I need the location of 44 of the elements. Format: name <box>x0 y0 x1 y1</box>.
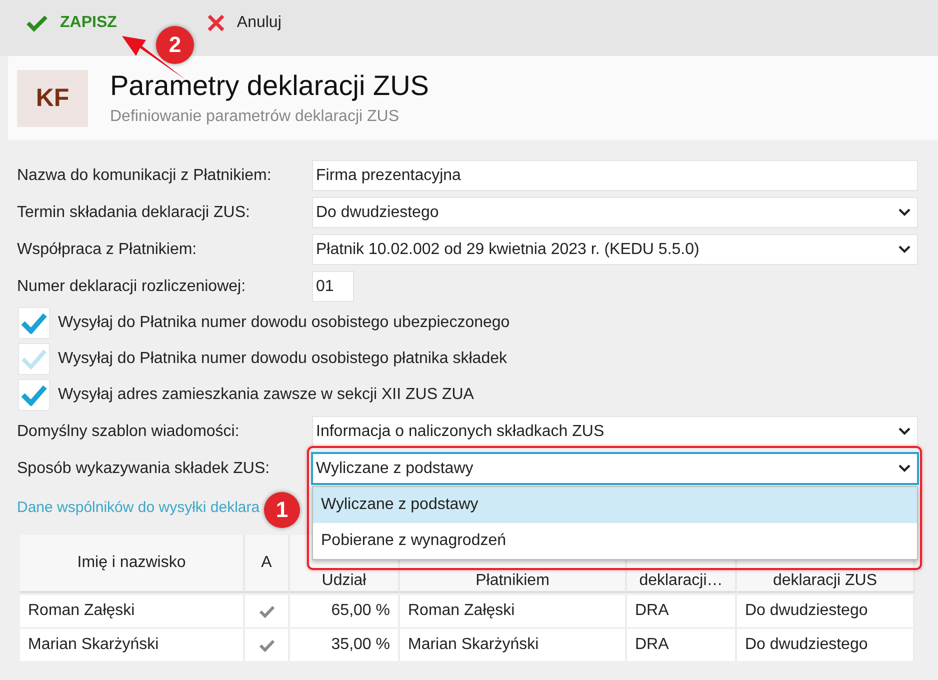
checkbox-label: Wysyłaj do Płatnika numer dowodu osobistego płatnika składek <box>58 350 507 368</box>
dropdown-option[interactable]: Pobierane z wynagrodzeń <box>313 523 917 559</box>
checkbox-label: Wysyłaj adres zamieszkania zawsze w sekcji XII ZUS ZUA <box>58 386 474 404</box>
field-label: Współpraca z Płatnikiem: <box>17 240 198 258</box>
table-cell: Marian Skarżyński <box>20 629 245 661</box>
column-header: Imię i nazwisko <box>20 535 245 593</box>
annotation-badge: 1 <box>264 492 300 528</box>
field-label: Domyślny szablon wiadomości: <box>17 422 240 440</box>
field-label: Numer deklaracji rozliczeniowej: <box>17 278 247 296</box>
dropdown-field[interactable]: Płatnik 10.02.002 od 29 kwietnia 2023 r. (KEDU 5.5.0) <box>312 234 918 265</box>
page-subtitle: Definiowanie parametrów deklaracji ZUS <box>110 108 400 126</box>
input-field[interactable]: Firma prezentacyjna <box>312 160 918 191</box>
table-cell: Do dwudziestego <box>737 595 915 627</box>
chevron-down-icon <box>898 245 911 254</box>
field-label: Nazwa do komunikacji z Płatnikiem: <box>17 166 272 184</box>
page-title: Parametry deklaracji ZUS <box>110 70 429 102</box>
table-cell: Marian Skarżyński <box>400 629 627 661</box>
table-cell: Roman Załęski <box>400 595 627 627</box>
table-cell: DRA <box>627 629 737 661</box>
checkmark-icon <box>26 14 48 32</box>
table-cell: 65,00 % <box>290 595 400 627</box>
table-cell: DRA <box>627 595 737 627</box>
dropdown-field[interactable]: Wyliczane z podstawy <box>312 453 918 484</box>
input-field[interactable]: 01 <box>312 271 354 302</box>
dropdown-option[interactable]: Wyliczane z podstawy <box>313 487 917 523</box>
close-icon <box>206 14 225 32</box>
chevron-down-icon <box>898 208 911 217</box>
field-label: Termin składania deklaracji ZUS: <box>17 204 251 222</box>
column-header: A <box>245 535 290 593</box>
table-cell: Roman Załęski <box>20 595 245 627</box>
checkbox[interactable] <box>18 343 50 375</box>
checkbox[interactable] <box>18 307 50 339</box>
checkbox[interactable] <box>18 379 50 411</box>
cancel-button[interactable]: Anuluj <box>206 14 282 32</box>
dropdown-field[interactable]: Informacja o naliczonych składkach ZUS <box>312 416 918 447</box>
field-label: Sposób wykazywania składek ZUS: <box>17 460 271 478</box>
avatar: KF <box>17 70 88 126</box>
chevron-down-icon <box>898 427 911 436</box>
chevron-down-icon <box>898 464 911 473</box>
dropdown-field[interactable]: Do dwudziestego <box>312 197 918 228</box>
table-cell: 35,00 % <box>290 629 400 661</box>
checkbox-label: Wysyłaj do Płatnika numer dowodu osobistego ubezpieczonego <box>58 314 510 332</box>
section-title: Dane wspólników do wysyłki deklara <box>17 499 260 516</box>
table-cell: Do dwudziestego <box>737 629 915 661</box>
